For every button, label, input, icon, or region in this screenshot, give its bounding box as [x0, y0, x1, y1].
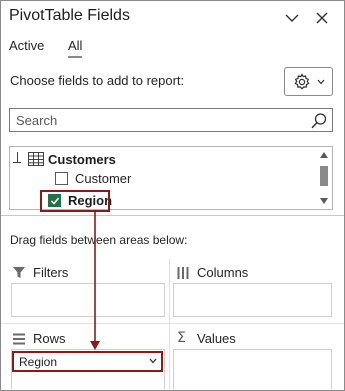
field-list-scrollbar[interactable]: [317, 148, 331, 208]
scroll-down-icon[interactable]: [320, 198, 328, 204]
pivottable-fields-pane: PivotTable Fields Active All Choose fiel…: [0, 0, 345, 391]
search-box: [9, 108, 333, 132]
rows-area-header: Rows: [11, 329, 161, 351]
pane-title: PivotTable Fields: [9, 7, 130, 24]
gear-icon: [294, 72, 309, 90]
table-name: Customers: [48, 152, 116, 167]
pane-header: PivotTable Fields: [1, 1, 344, 35]
choose-fields-label: Choose fields to add to report:: [10, 73, 185, 88]
values-area-header: Σ Values: [175, 329, 325, 351]
tab-all[interactable]: All: [68, 38, 83, 58]
tab-active[interactable]: Active: [9, 38, 44, 53]
field-checkbox[interactable]: [55, 172, 68, 185]
field-group-customers: Customers: [10, 149, 318, 169]
pane-divider[interactable]: [1, 215, 344, 216]
filters-area-header: Filters: [11, 263, 161, 285]
filter-icon: [13, 267, 25, 278]
close-icon: [316, 12, 328, 24]
field-item[interactable]: Region: [10, 191, 318, 209]
field-checkbox[interactable]: [48, 194, 61, 207]
field-item[interactable]: Customer: [10, 169, 318, 189]
tools-button[interactable]: [284, 67, 333, 96]
columns-drop-zone[interactable]: [173, 283, 332, 317]
sigma-icon: Σ: [177, 330, 186, 346]
filters-label: Filters: [33, 265, 69, 280]
drag-fields-label: Drag fields between areas below:: [10, 233, 188, 247]
checkmark-icon: [50, 197, 60, 205]
table-icon: [28, 152, 44, 166]
field-tabs: Active All: [1, 37, 344, 59]
filters-drop-zone[interactable]: [11, 283, 165, 317]
scrollbar-thumb[interactable]: [320, 166, 328, 186]
columns-icon: [177, 267, 189, 279]
chevron-down-icon[interactable]: [149, 358, 157, 364]
chevron-down-icon: [285, 14, 299, 22]
chevron-down-icon: [317, 79, 324, 84]
field-list: Customers Customer Region: [9, 146, 333, 210]
close-pane-button[interactable]: [311, 7, 333, 29]
columns-area-header: Columns: [175, 263, 325, 285]
columns-label: Columns: [197, 265, 249, 280]
field-label: Region: [68, 193, 113, 208]
scroll-up-icon[interactable]: [320, 152, 328, 158]
values-label: Values: [197, 331, 236, 346]
collapse-group-button[interactable]: [13, 152, 23, 164]
rows-field-label: Region: [19, 355, 58, 369]
rows-label: Rows: [33, 331, 66, 346]
area-splitter[interactable]: [1, 323, 344, 324]
field-label: Customer: [75, 171, 132, 186]
area-splitter[interactable]: [169, 259, 170, 389]
rows-field-region[interactable]: Region: [12, 351, 163, 372]
rows-icon: [13, 333, 25, 345]
search-input[interactable]: [10, 109, 310, 131]
collapse-pane-button[interactable]: [281, 7, 303, 29]
values-drop-zone[interactable]: [173, 349, 332, 389]
search-icon[interactable]: [309, 111, 329, 131]
